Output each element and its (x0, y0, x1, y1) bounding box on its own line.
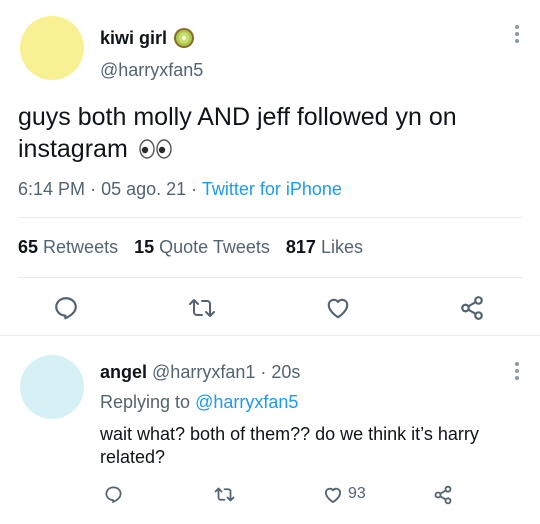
retweet-icon[interactable] (214, 485, 235, 504)
like-icon[interactable] (325, 295, 351, 321)
replying-to: Replying to @harryxfan5 (100, 392, 298, 413)
tweet-time: 6:14 PM (18, 179, 86, 199)
divider (18, 277, 522, 278)
tweet-stats: 65 Retweets 15 Quote Tweets 817 Likes (18, 237, 363, 258)
retweet-icon[interactable] (188, 295, 216, 321)
meta-dot: · (191, 179, 202, 199)
replying-label: Replying to (100, 392, 191, 412)
reply-header: angel @harryxfan1 · 20s (100, 362, 300, 383)
reply-avatar[interactable] (20, 355, 84, 419)
more-icon[interactable] (514, 25, 520, 47)
author-name-row[interactable]: kiwi girl (100, 27, 195, 49)
meta-dot: · (90, 179, 102, 199)
replying-mention[interactable]: @harryxfan5 (195, 392, 298, 412)
reply-like-count: 93 (348, 485, 366, 502)
share-icon[interactable] (459, 295, 485, 321)
tweet-date: 05 ago. 21 (101, 179, 187, 199)
share-icon[interactable] (433, 485, 453, 505)
reply-icon[interactable] (53, 295, 79, 321)
reply-icon[interactable] (104, 485, 123, 504)
quotes-stat[interactable]: 15 Quote Tweets (134, 237, 270, 258)
author-handle[interactable]: @harryxfan5 (100, 60, 203, 81)
retweets-stat[interactable]: 65 Retweets (18, 237, 118, 258)
author-name[interactable]: kiwi girl (100, 28, 167, 49)
like-icon[interactable] (323, 485, 343, 505)
tweet-meta: 6:14 PM · 05 ago. 21 · Twitter for iPhon… (18, 179, 342, 200)
reply-author-handle[interactable]: @harryxfan1 (152, 362, 255, 382)
tweet-body: guys both molly AND jeff followed yn on … (18, 103, 457, 163)
kiwi-icon (174, 28, 195, 48)
eyes-emoji-icon (139, 139, 172, 159)
reply-time: 20s (271, 362, 301, 382)
more-icon[interactable] (514, 362, 520, 384)
separator (0, 335, 540, 336)
meta-dot: · (260, 362, 272, 382)
tweet-text: guys both molly AND jeff followed yn on … (18, 101, 518, 165)
divider (18, 217, 522, 218)
main-tweet: kiwi girl @harryxfan5 guys both molly AN… (0, 0, 540, 335)
reply-author-name[interactable]: angel (100, 362, 147, 382)
avatar[interactable] (20, 16, 84, 80)
tweet-source[interactable]: Twitter for iPhone (202, 179, 342, 199)
likes-stat[interactable]: 817 Likes (286, 237, 363, 258)
reply-text: wait what? both of them?? do we think it… (100, 424, 479, 467)
